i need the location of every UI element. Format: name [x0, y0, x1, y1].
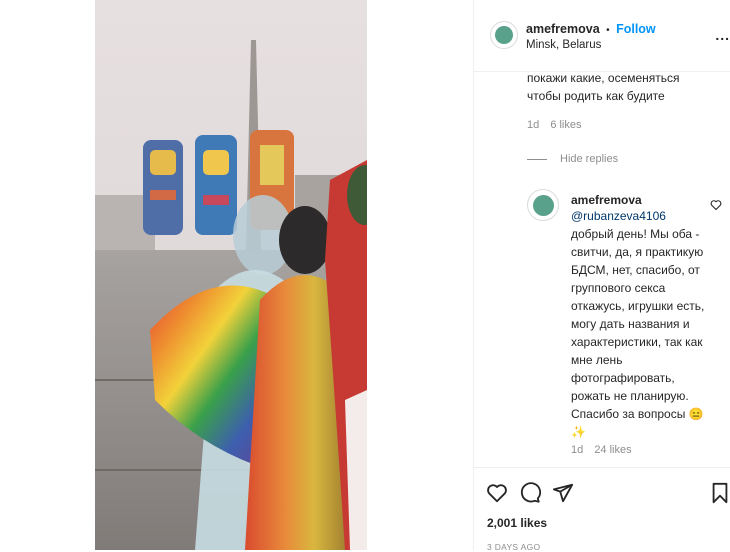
- post-header: amefremova • Follow Minsk, Belarus ...: [474, 0, 730, 72]
- reply-line: мне лень: [571, 353, 623, 367]
- reply-mention[interactable]: @rubanzeva4106: [571, 207, 711, 225]
- comment-line: чтобы родить как будите: [527, 89, 665, 103]
- post-photo[interactable]: [95, 0, 367, 550]
- avatar[interactable]: [490, 21, 518, 49]
- actions-divider: [474, 467, 730, 468]
- share-icon[interactable]: [552, 482, 574, 504]
- comments-section[interactable]: покажи какие, осеменяться чтобы родить к…: [474, 72, 730, 467]
- hide-replies-line: [527, 159, 547, 160]
- comment-line: покажи какие, осеменяться: [527, 72, 680, 85]
- reply-likes[interactable]: 24 likes: [594, 444, 631, 456]
- reply-line: фотографировать,: [571, 371, 675, 385]
- likes-count[interactable]: 2,001 likes: [487, 516, 547, 530]
- reply-line: откажусь, игрушки есть,: [571, 299, 705, 313]
- reply-line: Спасибо за вопросы 😑: [571, 407, 704, 421]
- reply-username[interactable]: amefremova: [571, 193, 711, 207]
- reply-line: свитчи, да, я практикую: [571, 245, 704, 259]
- reply-line: добрый день! Мы оба -: [571, 227, 700, 241]
- more-options-icon[interactable]: ...: [715, 27, 730, 43]
- post-photo-image: [95, 0, 367, 550]
- reply-meta: 1d 24 likes: [571, 444, 711, 456]
- post-time[interactable]: 3 DAYS AGO: [487, 542, 540, 552]
- comment-text: покажи какие, осеменяться чтобы родить к…: [527, 72, 727, 105]
- comment-icon[interactable]: [519, 482, 541, 504]
- reply-body: amefremova @rubanzeva4106 добрый день! М…: [571, 193, 711, 456]
- comment-time[interactable]: 1d: [527, 119, 539, 131]
- comment-likes[interactable]: 6 likes: [550, 119, 581, 131]
- reply-line: характеристики, так как: [571, 335, 703, 349]
- comment-meta: 1d 6 likes: [527, 119, 582, 131]
- post-username[interactable]: amefremova: [526, 22, 600, 36]
- avatar-image: [494, 25, 514, 45]
- reply-line: группового секса: [571, 281, 666, 295]
- follow-separator: •: [606, 25, 610, 36]
- reply-line: БДСМ, нет, спасибо, от: [571, 263, 700, 277]
- follow-button[interactable]: Follow: [616, 22, 656, 36]
- post-location[interactable]: Minsk, Belarus: [526, 39, 601, 51]
- avatar-image: [532, 194, 554, 216]
- reply-avatar[interactable]: [527, 189, 559, 221]
- comment-like-heart-icon[interactable]: [710, 199, 722, 211]
- reply-line: могу дать названия и: [571, 317, 690, 331]
- reply-line: рожать не планирую.: [571, 389, 689, 403]
- hide-replies-button[interactable]: Hide replies: [560, 153, 618, 165]
- reply-line: ✨: [571, 425, 586, 439]
- post-sidebar: amefremova • Follow Minsk, Belarus ... п…: [474, 0, 730, 552]
- bookmark-icon[interactable]: [710, 482, 730, 504]
- heart-icon[interactable]: [486, 482, 508, 504]
- reply-time[interactable]: 1d: [571, 444, 583, 456]
